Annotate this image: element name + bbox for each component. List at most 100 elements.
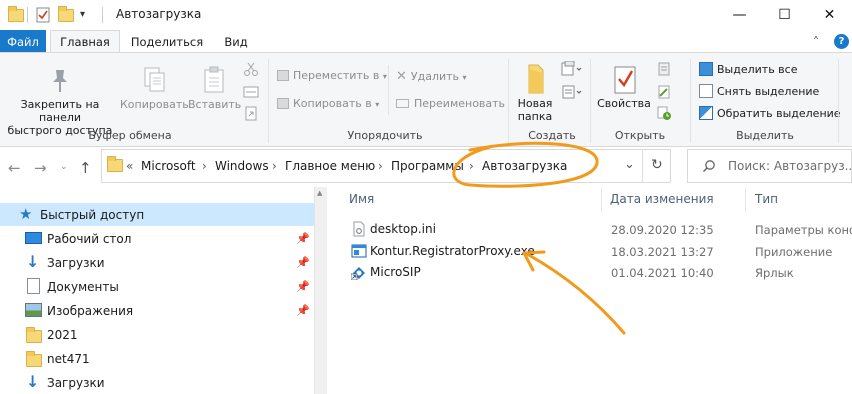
- nav-item-quick-access[interactable]: ★ Быстрый доступ: [0, 203, 314, 226]
- file-date: 01.04.2021 10:40: [611, 266, 714, 280]
- nav-label: Документы: [47, 279, 119, 294]
- new-item-button[interactable]: [561, 60, 583, 80]
- nav-item-downloads[interactable]: ↓ Загрузки 📌: [0, 251, 314, 274]
- exe-icon: [351, 244, 367, 258]
- new-folder-label-1: Новая: [517, 97, 553, 110]
- copy-to-icon: [277, 98, 289, 109]
- pin-to-quick-access-button[interactable]: Закрепить на панели быстрого доступа: [2, 65, 118, 137]
- chevron-right-icon[interactable]: ›: [378, 159, 383, 173]
- invert-selection-icon: [699, 106, 713, 120]
- move-to-label: Переместить в: [293, 69, 380, 82]
- chevron-right-icon[interactable]: ›: [202, 159, 207, 173]
- nav-label: Загрузки: [47, 255, 105, 270]
- maximize-button[interactable]: ☐: [762, 0, 807, 30]
- paste-shortcut-button[interactable]: [243, 105, 259, 124]
- search-input[interactable]: Поиск: Автозагруз...: [728, 159, 852, 173]
- copy-to-button[interactable]: Копировать в ▾: [277, 97, 379, 110]
- file-name[interactable]: Kontur.RegistratorProxy.exe: [370, 244, 535, 258]
- clipboard-group-label: Буфер обмена: [88, 129, 172, 142]
- new-folder-label-2: папка: [517, 110, 553, 123]
- chevron-down-icon: ⌄: [60, 162, 68, 172]
- cut-button[interactable]: [243, 61, 259, 80]
- forward-button[interactable]: →: [34, 159, 47, 177]
- breadcrumb-startup[interactable]: Автозагрузка: [482, 159, 567, 173]
- back-button[interactable]: ←: [8, 159, 21, 177]
- up-button[interactable]: ↑: [79, 159, 92, 177]
- column-header-type[interactable]: Тип: [755, 192, 778, 206]
- select-all-label: Выделить все: [717, 63, 798, 76]
- tab-home[interactable]: Главная: [50, 30, 120, 53]
- delete-button[interactable]: ✕ Удалить ▾: [396, 69, 467, 84]
- folder-icon: [107, 156, 123, 172]
- tab-file[interactable]: Файл: [0, 30, 46, 53]
- select-none-label: Снять выделение: [717, 85, 820, 98]
- select-all-icon: [699, 62, 713, 76]
- recent-locations-button[interactable]: ⌄: [60, 162, 68, 172]
- new-folder-button[interactable]: Новая папка: [512, 61, 558, 123]
- help-button[interactable]: ?: [834, 34, 849, 49]
- column-header-name[interactable]: Имя: [349, 192, 374, 206]
- rename-label: Переименовать: [414, 97, 506, 110]
- chevron-right-icon[interactable]: ›: [469, 159, 474, 173]
- pin-icon[interactable]: 📌: [296, 256, 310, 269]
- close-button[interactable]: ✕: [807, 0, 852, 30]
- folder-icon: [26, 351, 42, 367]
- copy-path-button[interactable]: [243, 84, 259, 103]
- clipboard-icon: [204, 66, 224, 93]
- pin-icon[interactable]: 📌: [296, 280, 310, 293]
- properties-button[interactable]: Свойства: [596, 61, 652, 110]
- breadcrumb-microsoft[interactable]: Microsoft: [141, 159, 196, 173]
- breadcrumb-windows[interactable]: Windows: [215, 159, 269, 173]
- minimize-button[interactable]: —: [717, 0, 762, 30]
- title-bar: ▾ Автозагрузка — ☐ ✕: [0, 0, 852, 30]
- nav-item-2021[interactable]: 2021: [0, 323, 314, 346]
- ribbon-collapse-button[interactable]: ˄: [813, 35, 819, 49]
- breadcrumb-start-menu[interactable]: Главное меню: [285, 159, 375, 173]
- tab-view[interactable]: Вид: [214, 30, 258, 53]
- nav-item-downloads-2[interactable]: ↓ Загрузки: [0, 371, 314, 394]
- history-icon: [657, 106, 671, 120]
- download-icon: ↓: [26, 372, 40, 391]
- properties-label: Свойства: [597, 97, 651, 110]
- rename-icon: [396, 99, 409, 108]
- invert-selection-button[interactable]: Обратить выделение: [699, 106, 841, 120]
- pictures-icon: [25, 303, 42, 317]
- breadcrumb-overflow[interactable]: «: [126, 159, 133, 173]
- easy-access-button[interactable]: [561, 84, 583, 103]
- address-bar[interactable]: « Microsoft › Windows › Главное меню › П…: [101, 149, 671, 183]
- file-type: Параметры конф...: [755, 223, 852, 237]
- nav-pane-scrollbar[interactable]: ▲: [314, 187, 327, 394]
- rename-button[interactable]: Переименовать: [396, 97, 505, 110]
- arrow-up-icon: ↑: [79, 159, 92, 177]
- file-name[interactable]: MicroSIP: [370, 265, 421, 279]
- tab-share[interactable]: Поделиться: [124, 30, 210, 53]
- pin-icon[interactable]: 📌: [296, 304, 310, 317]
- search-box[interactable]: Поиск: Автозагруз...: [687, 149, 852, 183]
- address-dropdown-button[interactable]: ⌄: [624, 157, 635, 172]
- copy-button[interactable]: Копировать: [120, 65, 189, 111]
- navigation-pane: ★ Быстрый доступ Рабочий стол 📌 ↓ Загруз…: [0, 196, 314, 394]
- customize-quick-access-button[interactable]: ▾: [80, 5, 85, 23]
- file-name[interactable]: desktop.ini: [370, 222, 436, 236]
- paste-button[interactable]: Вставить: [188, 65, 241, 111]
- edit-button[interactable]: [656, 84, 672, 103]
- nav-item-pictures[interactable]: Изображения 📌: [0, 299, 314, 322]
- chevron-right-icon[interactable]: ›: [272, 159, 277, 173]
- select-none-button[interactable]: Снять выделение: [699, 84, 819, 98]
- refresh-button[interactable]: ↻: [651, 157, 663, 173]
- new-folder-quick-button[interactable]: [58, 5, 74, 24]
- select-all-button[interactable]: Выделить все: [699, 62, 797, 76]
- nav-item-documents[interactable]: Документы 📌: [0, 275, 314, 298]
- nav-item-desktop[interactable]: Рабочий стол 📌: [0, 227, 314, 250]
- pin-icon[interactable]: 📌: [296, 232, 310, 245]
- properties-quick-button[interactable]: [35, 6, 51, 24]
- documents-icon: [27, 278, 40, 294]
- column-header-date[interactable]: Дата изменения: [610, 192, 714, 206]
- history-button[interactable]: [656, 105, 672, 124]
- move-to-button[interactable]: Переместить в ▾: [277, 69, 387, 82]
- nav-item-net471[interactable]: net471: [0, 347, 314, 370]
- open-button[interactable]: [656, 61, 672, 80]
- download-icon: ↓: [26, 252, 40, 271]
- new-item-icon: [561, 60, 582, 76]
- breadcrumb-programs[interactable]: Программы: [391, 159, 464, 173]
